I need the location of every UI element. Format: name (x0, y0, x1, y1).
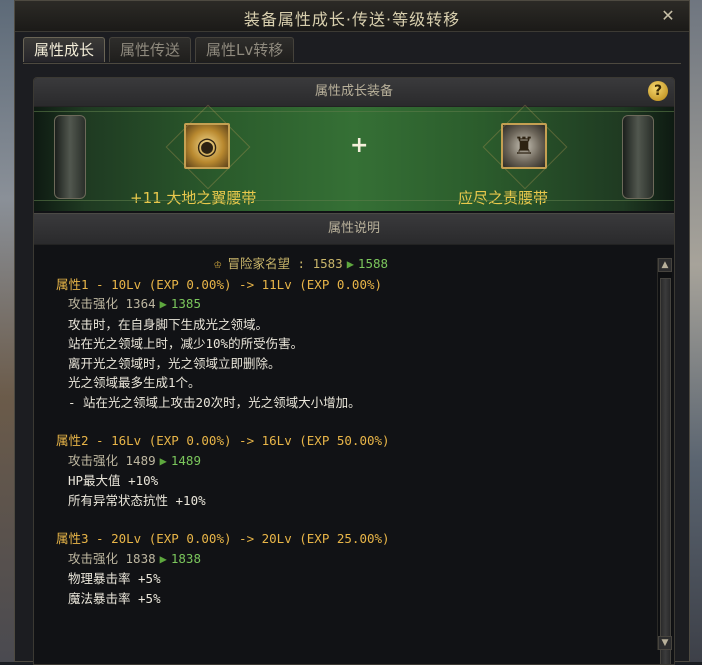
description-scrollbar[interactable]: ▲ ▼ (657, 258, 672, 664)
arrow-icon: ▶ (159, 453, 167, 468)
arrow-icon: ▶ (159, 551, 167, 566)
window-title: 装备属性成长·传送·等级转移 (243, 10, 461, 29)
title-bar[interactable]: 装备属性成长·传送·等级转移 ✕ (15, 1, 689, 32)
plus-icon: + (350, 133, 369, 158)
renown-from: 冒险家名望 : 1583 (227, 256, 343, 271)
equipment-slots-area: ◉ + ♜ +11 大地之翼腰带 应尽之责腰带 (34, 107, 674, 211)
attribute-title: 属性3 - 20Lv (EXP 0.00%) -> 20Lv (EXP 25.0… (56, 531, 390, 546)
tab-divider (23, 63, 681, 64)
close-icon[interactable]: ✕ (659, 7, 677, 25)
attribute-effect-line: 物理暴击率 +5% (68, 571, 161, 586)
description-header: 属性说明 (34, 213, 674, 245)
tab-attribute-lv-transfer[interactable]: 属性Lv转移 (195, 37, 295, 62)
equipment-section-title: 属性成长装备 (314, 84, 393, 99)
attribute-description: ♔ 冒险家名望 : 1583 ▶ 1588 属性1 - 10Lv (EXP 0.00%… (34, 248, 656, 664)
attack-power-line: 攻击强化 1364 ▶ 1385 (68, 296, 201, 311)
renown-to: 1588 (357, 256, 389, 271)
tab-attribute-growth[interactable]: 属性成长 (23, 37, 106, 62)
tab-attribute-transfer[interactable]: 属性传送 (109, 37, 192, 62)
target-equipment-slot[interactable]: ♜ (501, 123, 547, 169)
attack-power-line: 攻击强化 1489 ▶ 1489 (68, 452, 201, 468)
attribute-effect-line: 所有异常状态抗性 +10% (68, 492, 206, 508)
equipment-growth-window: 装备属性成长·传送·等级转移 ✕ 属性成长 属性传送 属性Lv转移 属性成长装备… (14, 0, 690, 665)
attribute-effect-line: 魔法暴击率 +5% (68, 590, 161, 606)
scroll-roll-right (622, 115, 654, 199)
attribute-title: 属性1 - 10Lv (EXP 0.00%) -> 11Lv (EXP 0.00… (56, 276, 383, 292)
growth-panel: 属性成长装备 ? ◉ + ♜ +11 大地之翼腰带 应尽之责腰带 属性说明 ♔ 冒… (33, 77, 675, 665)
attack-power-line: 攻击强化 1838 ▶ 1838 (68, 550, 201, 566)
attribute-effect-line: 光之领域最多生成1个。 (68, 375, 201, 390)
attribute-effect-line: - 站在光之领域上攻击20次时，光之领域大小增加。 (68, 394, 361, 410)
renown-icon: ♔ (213, 256, 222, 271)
scroll-down-icon[interactable]: ▼ (658, 636, 672, 650)
source-equipment-name: +11 大地之翼腰带 (130, 189, 257, 207)
attribute-title: 属性2 - 16Lv (EXP 0.00%) -> 16Lv (EXP 50.0… (56, 433, 390, 448)
attribute-effect-line: 离开光之领域时，光之领域立即删除。 (68, 355, 281, 371)
tab-bar: 属性成长 属性传送 属性Lv转移 (23, 37, 295, 63)
target-equipment-name: 应尽之责腰带 (458, 189, 549, 207)
attribute-effect-line: 攻击时，在自身脚下生成光之领域。 (68, 316, 269, 332)
scroll-roll-left (54, 115, 86, 199)
help-icon[interactable]: ? (648, 81, 668, 101)
arrow-icon: ▶ (159, 297, 167, 311)
belt-icon: ♜ (513, 132, 535, 160)
renown-line: ♔ 冒险家名望 : 1583 ▶ 1588 (34, 254, 656, 275)
belt-icon: ◉ (196, 132, 218, 160)
source-equipment-slot[interactable]: ◉ (184, 123, 230, 169)
scroll-up-icon[interactable]: ▲ (658, 258, 672, 272)
attribute-effect-line: 站在光之领域上时，减少10%的所受伤害。 (68, 336, 304, 351)
scroll-thumb[interactable] (660, 278, 671, 664)
arrow-icon: ▶ (346, 257, 354, 271)
equipment-section-header: 属性成长装备 ? (34, 78, 674, 107)
attribute-effect-line: HP最大值 +10% (68, 473, 159, 488)
